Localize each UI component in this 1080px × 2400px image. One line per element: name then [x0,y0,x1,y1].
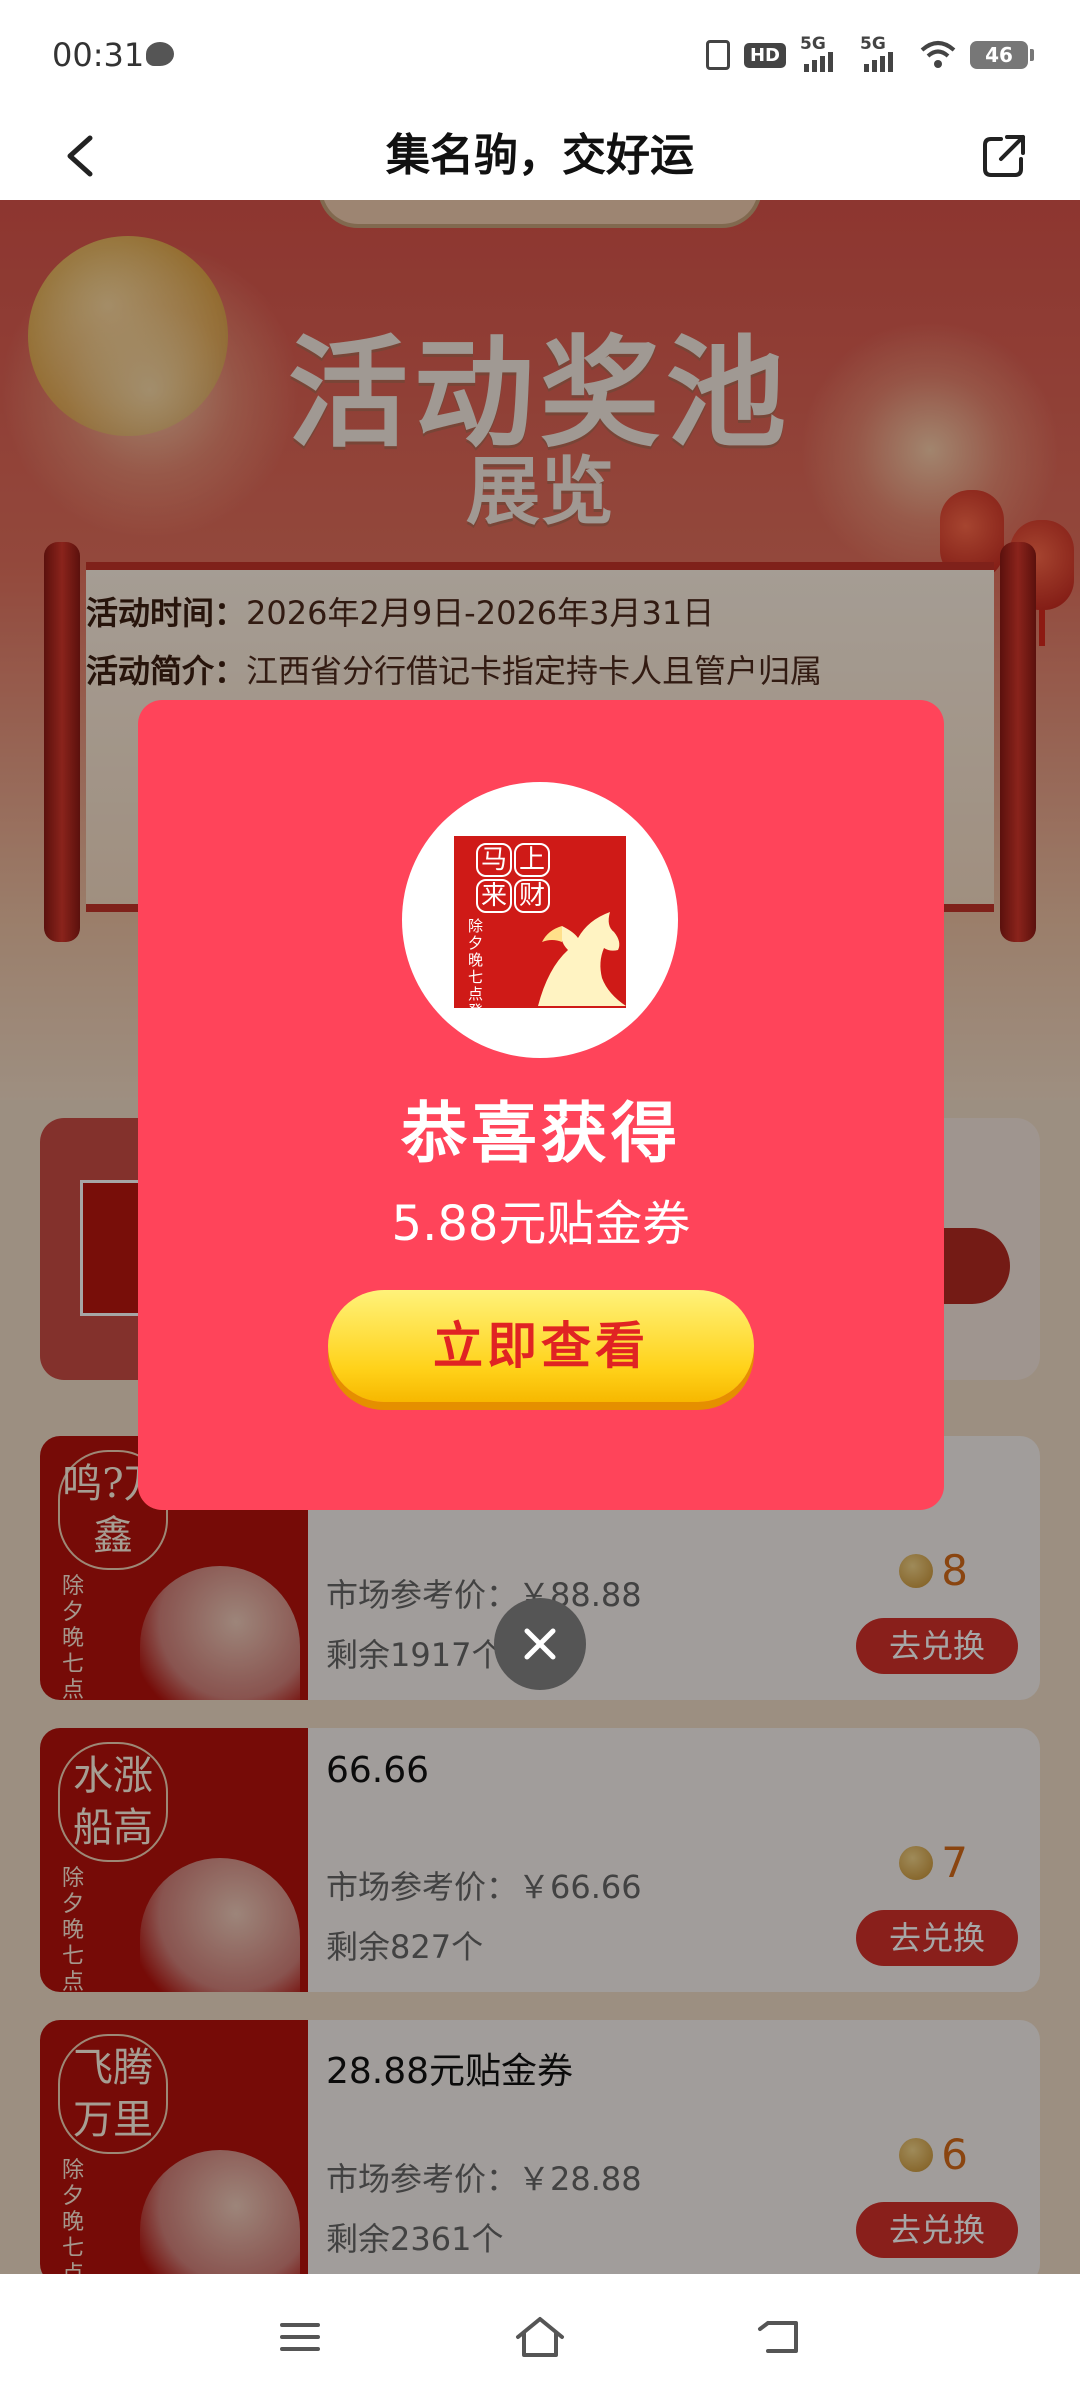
system-nav-bar [0,2274,1080,2400]
close-dialog-button[interactable] [494,1598,586,1690]
dialog-title: 恭喜获得 [401,1095,681,1172]
page-title: 集名驹，交好运 [386,130,694,181]
status-time: 00:31 [52,36,145,74]
hd-badge: HD [743,42,786,68]
signal-sim1-icon: 5G [800,34,846,72]
prize-vertical-text: 除夕晚七点登录 [468,917,484,1009]
dialog-subtitle: 5.88元贴金券 [391,1196,691,1252]
reward-dialog: 马上 来财 除夕晚七点登录 恭喜获得 5.88元贴金券 立即查看 [138,700,944,1510]
view-now-button[interactable]: 立即查看 [328,1290,754,1402]
message-bubble-icon [146,42,174,66]
vibrate-icon [705,40,730,70]
sim2-label: 5G [860,34,886,54]
back-arrow-icon [758,2321,798,2353]
menu-button[interactable] [260,2302,340,2372]
status-bar: 00:31 HD 5G 5G 46 [0,0,1080,112]
signal-sim2-icon: 5G [860,34,906,72]
menu-icon [280,2323,320,2351]
status-icons: HD 5G 5G 46 [705,34,1034,72]
seal-char: 马 [475,843,512,877]
seal-char: 来 [475,879,512,913]
home-button[interactable] [500,2302,580,2372]
share-button[interactable] [972,124,1036,188]
back-nav-button[interactable] [740,2302,820,2372]
title-bar: 集名驹，交好运 [0,112,1080,200]
share-external-icon [983,135,1025,177]
home-icon [516,2317,564,2357]
prize-image: 马上 来财 除夕晚七点登录 [454,836,626,1008]
horse-head-icon [538,912,626,1006]
seal-char: 上 [514,843,551,877]
sim1-label: 5G [800,34,826,54]
close-icon [524,1628,556,1660]
wifi-icon [920,41,956,68]
battery-icon: 46 [970,41,1034,69]
